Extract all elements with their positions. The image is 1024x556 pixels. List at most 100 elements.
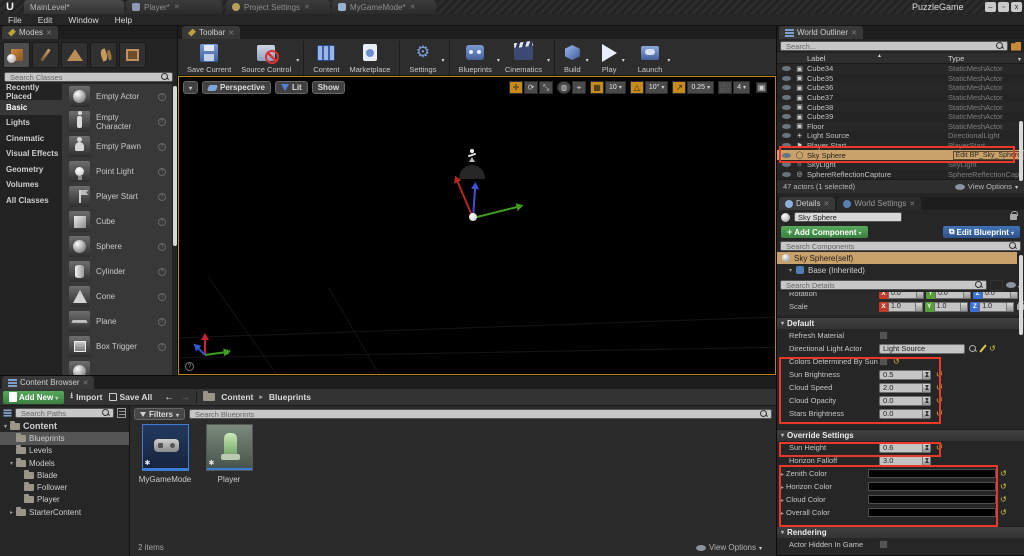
close-icon[interactable]: ✕ [304, 3, 310, 11]
tree-item-startercontent[interactable]: ▸ StarterContent [0, 506, 129, 518]
placeable-player-start[interactable]: Player Start? [62, 184, 172, 209]
outliner-row[interactable]: ▣ Cube38 StaticMeshActor [777, 102, 1024, 112]
grip-icon[interactable]: ? [158, 267, 166, 276]
spinner[interactable] [1006, 302, 1014, 311]
add-new-button[interactable]: Add New [3, 390, 65, 404]
grip-icon[interactable]: ? [158, 142, 166, 151]
placeable-cube[interactable]: Cube? [62, 209, 172, 234]
grip-icon[interactable]: ? [158, 92, 166, 101]
launch-button[interactable]: Launch [633, 40, 668, 76]
grip-icon[interactable]: ? [158, 292, 166, 301]
placeable-cylinder[interactable]: Cylinder? [62, 259, 172, 284]
reset-icon[interactable] [936, 370, 943, 379]
blueprints-button[interactable]: Blueprints [454, 40, 497, 76]
spinner[interactable] [1010, 292, 1017, 298]
visibility-eye-icon[interactable] [782, 162, 791, 168]
directional-light-dropdown[interactable]: Light Source [879, 343, 965, 354]
rotation-snap-button[interactable]: △ [629, 81, 644, 94]
expander-open-icon[interactable]: ▾ [10, 460, 13, 467]
search-components-field[interactable] [780, 240, 1021, 252]
expander-closed-icon[interactable]: ▸ [10, 509, 13, 516]
edit-blueprint-link[interactable]: Edit BP_Sky_Sphere [952, 150, 1024, 160]
chevron-down-icon[interactable] [441, 49, 444, 67]
scale-z-field[interactable]: 1.0 [979, 301, 1015, 312]
close-icon[interactable]: ✕ [174, 3, 180, 11]
mode-foliage-button[interactable] [90, 42, 117, 68]
gizmo-origin[interactable] [469, 213, 477, 221]
menu-file[interactable]: File [8, 15, 22, 25]
tree-item-levels[interactable]: Levels [0, 445, 129, 457]
edit-blueprint-button[interactable]: ⧉ Edit Blueprint [942, 226, 1020, 238]
section-default[interactable]: Default [777, 317, 1024, 329]
tab-player[interactable]: Player* ✕ [126, 0, 222, 14]
reset-icon[interactable] [936, 409, 943, 418]
grip-icon[interactable]: ? [158, 242, 166, 251]
outliner-row-sky-sphere[interactable]: ◯ Sky Sphere Edit BP_Sky_Sphere [777, 150, 1024, 160]
category-volumes[interactable]: Volumes [0, 177, 62, 193]
play-button[interactable]: Play [597, 40, 622, 76]
placeable-point-light[interactable]: Point Light? [62, 159, 172, 184]
mode-landscape-button[interactable] [61, 42, 88, 68]
outliner-scrollbar[interactable] [1019, 121, 1023, 181]
visibility-eye-icon[interactable] [782, 104, 791, 110]
tab-project-settings[interactable]: Project Settings ✕ [226, 0, 330, 14]
asset-player[interactable]: ✱ Player [201, 424, 257, 484]
reset-icon[interactable] [893, 357, 900, 366]
cb-view-options-button[interactable]: View Options [695, 543, 762, 552]
asset-thumbnail[interactable]: ✱ [141, 424, 189, 471]
new-folder-icon[interactable] [1011, 41, 1021, 51]
chevron-down-icon[interactable] [547, 49, 550, 67]
scale-snap-button[interactable]: ↗ [672, 81, 687, 94]
add-component-button[interactable]: + Add Component [781, 226, 868, 238]
browse-icon[interactable] [969, 344, 977, 353]
search-assets-input[interactable] [193, 408, 760, 420]
breadcrumb-content[interactable]: Content [221, 392, 253, 402]
import-button[interactable]: ⭳ Import [70, 390, 102, 404]
search-paths-input[interactable] [19, 407, 102, 419]
scale-tool-button[interactable]: ⤡ [539, 81, 554, 94]
visibility-eye-icon[interactable] [782, 75, 791, 81]
property-matrix-icon[interactable] [989, 279, 1003, 291]
search-classes-field[interactable] [4, 71, 173, 83]
level-viewport[interactable]: Perspective Lit Show ✛ ⟳ ⤡ ◍ ⌖ ▦ 10 △ 10… [178, 76, 776, 375]
horizon-falloff-field[interactable]: 3.0 [879, 455, 931, 466]
selected-actor-gizmo[interactable] [449, 147, 529, 237]
breadcrumb-blueprints[interactable]: Blueprints [269, 392, 311, 402]
grip-icon[interactable]: ? [158, 217, 166, 226]
filters-button[interactable]: Filters [134, 408, 186, 420]
outliner-row[interactable]: ▣ Cube37 StaticMeshActor [777, 93, 1024, 103]
use-selected-icon[interactable] [979, 344, 987, 353]
outliner-row[interactable]: ⚑ Player Start PlayerStart [777, 140, 1024, 151]
search-components-input[interactable] [784, 240, 1009, 252]
help-badge-icon[interactable]: ? [185, 362, 194, 371]
expander-icon[interactable] [781, 495, 784, 504]
visibility-eye-icon[interactable] [782, 114, 791, 120]
tree-item-models[interactable]: ▾ Models [0, 457, 129, 469]
close-icon[interactable]: ✕ [410, 3, 416, 11]
category-all-classes[interactable]: All Classes [0, 193, 62, 209]
label-column-header[interactable]: Label [807, 54, 825, 63]
tab-modes[interactable]: Modes ✕ [2, 26, 58, 39]
list-view-icon[interactable] [117, 408, 126, 418]
asset-mygamemode[interactable]: ✱ MyGameMode [137, 424, 193, 484]
section-override-settings[interactable]: Override Settings [777, 429, 1024, 441]
mode-place-button[interactable] [3, 42, 30, 68]
expander-icon[interactable] [781, 482, 784, 491]
chevron-down-icon[interactable] [1018, 54, 1021, 63]
outliner-row[interactable]: ☀ Light Source DirectionalLight [777, 131, 1024, 141]
search-classes-input[interactable] [8, 71, 161, 83]
category-geometry[interactable]: Geometry [0, 162, 62, 178]
placeable-empty-pawn[interactable]: Empty Pawn? [62, 134, 172, 159]
outliner-header[interactable]: Label ▲ Type [777, 53, 1024, 64]
outliner-row[interactable]: ▣ Cube35 StaticMeshActor [777, 74, 1024, 84]
spinner[interactable] [960, 302, 968, 311]
tree-item-content[interactable]: ▾ Content [0, 420, 129, 432]
grip-icon[interactable]: ? [158, 167, 166, 176]
outliner-row[interactable]: ▣ Cube36 StaticMeshActor [777, 83, 1024, 93]
expander-icon[interactable] [781, 469, 784, 478]
search-details-field[interactable] [780, 279, 987, 291]
component-base-inherited[interactable]: ▾ Base (Inherited) [777, 264, 1024, 276]
spinner[interactable] [922, 456, 930, 465]
spinner[interactable] [922, 409, 930, 418]
category-cinematic[interactable]: Cinematic [0, 131, 62, 147]
